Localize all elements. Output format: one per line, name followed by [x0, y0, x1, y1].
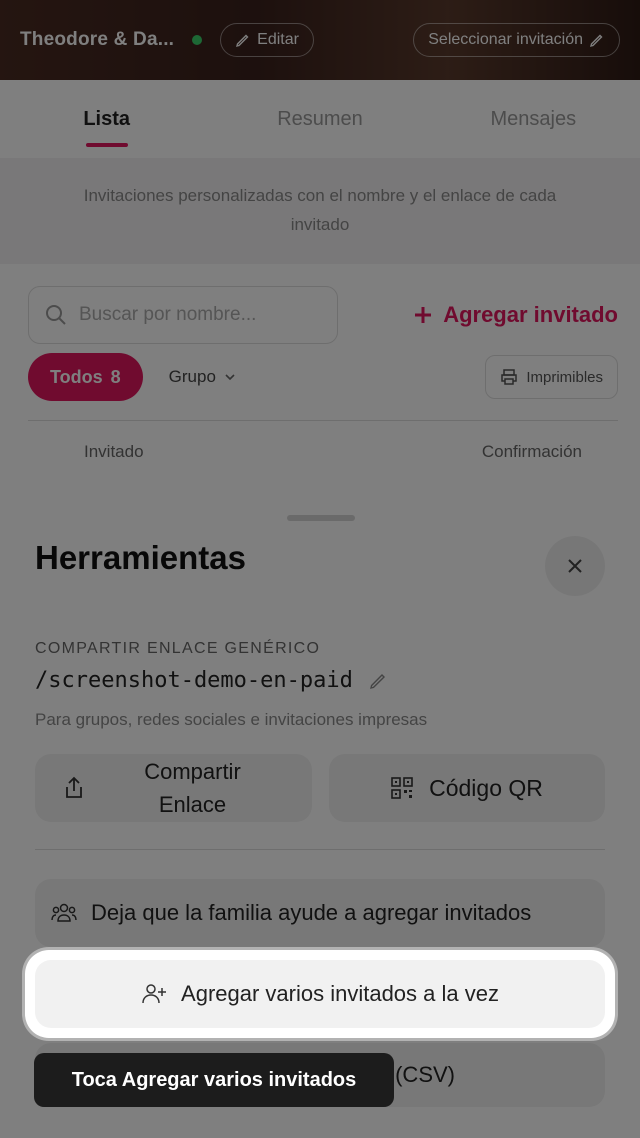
tutorial-tooltip: Toca Agregar varios invitados	[34, 1053, 394, 1107]
add-user-icon	[141, 982, 167, 1006]
bulk-add-guests-button[interactable]: Agregar varios invitados a la vez	[35, 960, 605, 1028]
bulk-add-label: Agregar varios invitados a la vez	[181, 981, 499, 1006]
